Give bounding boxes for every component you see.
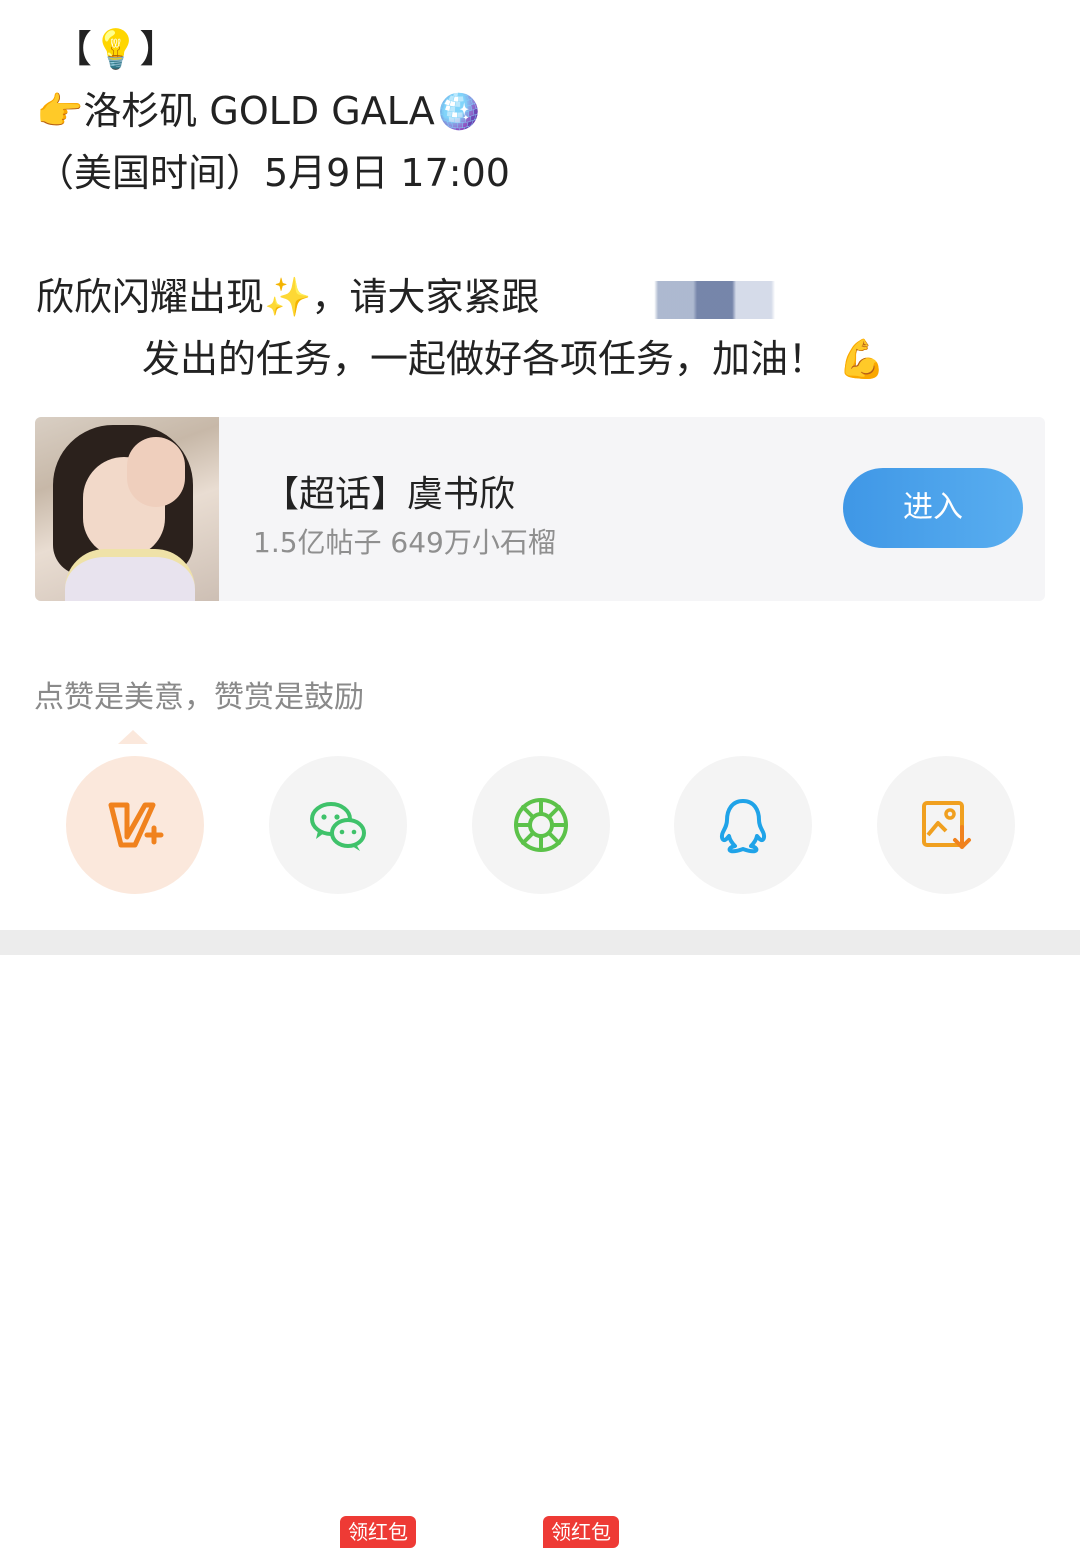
share-wechat-button[interactable] (269, 756, 407, 894)
qq-icon (719, 799, 767, 854)
wechat-icon (310, 802, 366, 851)
share-qq-button[interactable] (674, 756, 812, 894)
post-line-event: 👉洛杉矶 GOLD GALA🪩 (36, 80, 1056, 142)
appearance-text: 欣欣闪耀出现 (36, 275, 265, 319)
flexed-bicep-icon: 💪 (838, 337, 886, 381)
share-moments-button[interactable] (472, 756, 610, 894)
red-packet-badge: 领红包 (543, 1516, 619, 1548)
bottom-bar (0, 930, 1080, 955)
share-weibo-vplus-button[interactable] (66, 756, 204, 894)
pointer-arrow (118, 730, 148, 744)
v-plus-icon (108, 802, 164, 848)
event-title: 洛杉矶 GOLD GALA (83, 89, 435, 133)
tasks-text: 发出的任务，一起做好各项任务，加油！ (142, 337, 827, 381)
post-line-appearance: 欣欣闪耀出现✨，请大家紧跟 (36, 266, 1056, 328)
sparkles-icon: ✨ (264, 275, 312, 319)
bracket-close: 】 (139, 27, 178, 71)
red-packet-badge: 领红包 (340, 1516, 416, 1548)
pointing-hand-icon: 👉 (36, 89, 84, 133)
topic-avatar (35, 417, 219, 601)
download-image-icon (922, 801, 971, 849)
moments-icon (514, 798, 568, 852)
post-line-time: （美国时间）5月9日 17:00 (36, 151, 510, 195)
topic-stats: 1.5亿帖子 649万小石榴 (253, 526, 556, 559)
bracket-open: 【 (54, 27, 93, 71)
mention-pixelated[interactable] (545, 280, 936, 319)
post-line-tasks: 发出的任务，一起做好各项任务，加油！ 💪 (36, 328, 1056, 390)
follow-text: ，请大家紧跟 (311, 275, 540, 319)
super-topic-card[interactable]: 【超话】虞书欣 1.5亿帖子 649万小石榴 进入 (35, 417, 1045, 601)
share-row: 领红包 领红包 (0, 756, 1080, 1548)
post-body: 【💡】 👉洛杉矶 GOLD GALA🪩 （美国时间）5月9日 17:00 欣欣闪… (36, 18, 1056, 390)
topic-title: 【超话】虞书欣 (263, 474, 516, 515)
share-save-image-button[interactable] (877, 756, 1015, 894)
disco-ball-icon: 🪩 (434, 89, 483, 133)
reward-prompt: 点赞是美意，赞赏是鼓励 (34, 680, 364, 715)
enter-button[interactable]: 进入 (843, 468, 1023, 548)
post-line-bulb: 【💡】 (36, 18, 1056, 80)
lightbulb-icon: 💡 (92, 27, 140, 71)
